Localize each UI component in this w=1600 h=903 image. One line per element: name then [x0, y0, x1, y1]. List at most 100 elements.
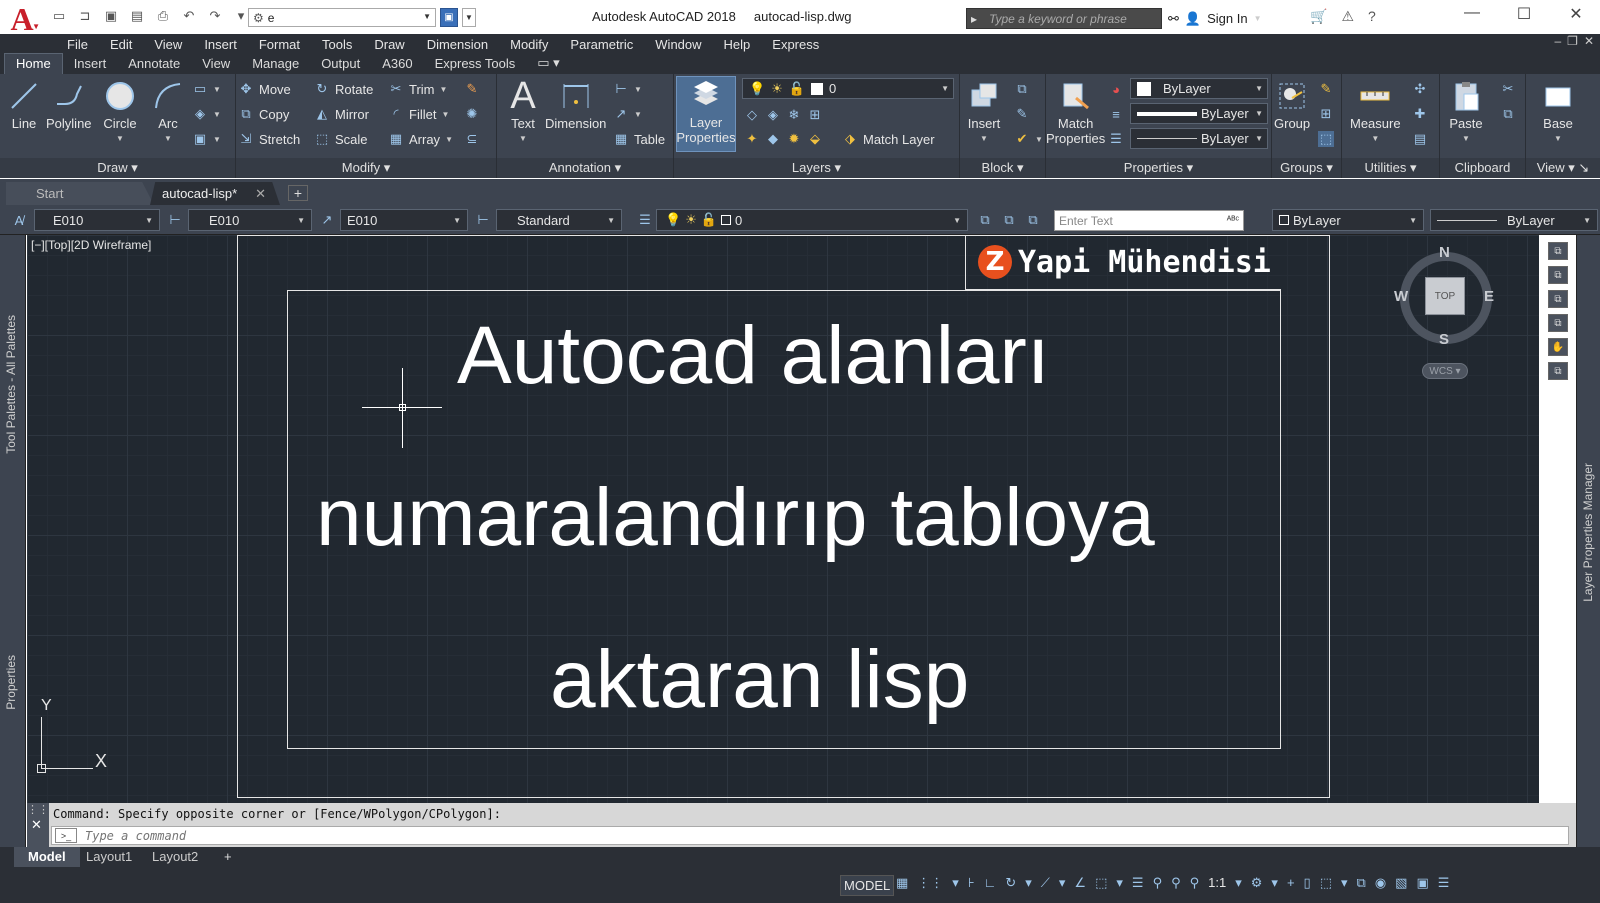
color-toolbar-combo[interactable]: ByLayer ▼	[1272, 209, 1424, 231]
menu-tools[interactable]: Tools	[311, 37, 363, 52]
close-icon[interactable]: ✕	[31, 817, 42, 833]
model-space-button[interactable]: MODEL	[840, 875, 895, 896]
edit-attributes-button[interactable]: ✔ ▼	[1014, 128, 1043, 150]
tab-home[interactable]: Home	[4, 53, 63, 74]
leader-button[interactable]: ↗ ▼	[613, 103, 642, 125]
rectangle-button[interactable]: ▭ ▼	[192, 78, 221, 100]
tab-annotate[interactable]: Annotate	[117, 54, 191, 74]
layer-toolbar-combo[interactable]: 💡 ☀ 🔓 0 ▼	[656, 209, 968, 231]
open-folder-icon[interactable]: ⊐	[76, 8, 94, 24]
layer-isolate-icon[interactable]: ◈	[765, 107, 781, 123]
wcs-menu-button[interactable]: WCS ▾	[1422, 363, 1468, 379]
annotation-autoscale-icon[interactable]: ⚲	[1171, 875, 1181, 891]
ribbon-minimize-icon[interactable]: ▭ ▾	[526, 53, 570, 74]
compass-east[interactable]: E	[1484, 288, 1494, 305]
circle-button[interactable]: Circle ▼	[102, 78, 138, 146]
layer-lock-icon[interactable]: ⊞	[807, 107, 823, 123]
find-text-input[interactable]: Enter Text ᴬᴮᶜ	[1054, 210, 1244, 231]
grid-icon[interactable]: ▦	[896, 875, 908, 891]
trim-button[interactable]: ✂ Trim ▼	[388, 78, 448, 100]
table-button[interactable]: ▦ Table	[613, 128, 665, 150]
hatch-button[interactable]: ◈ ▼	[192, 103, 221, 125]
ungroup-button[interactable]: ✎	[1318, 78, 1334, 100]
erase-button[interactable]: ✎	[464, 78, 480, 100]
zoom-extents-icon[interactable]: ⧉	[1548, 362, 1568, 380]
table-style-combo[interactable]: Standard ▼	[496, 209, 622, 231]
hardware-acceleration-icon[interactable]: ▧	[1395, 875, 1407, 891]
calculator-button[interactable]: ▤	[1412, 128, 1428, 150]
group-select-button[interactable]: ⬚	[1318, 128, 1334, 150]
match-properties-button[interactable]: Match Properties	[1046, 78, 1105, 146]
region-button[interactable]: ▣ ▼	[192, 128, 221, 150]
line-button[interactable]: Line	[6, 78, 42, 131]
layer-properties-button[interactable]: Layer Properties	[676, 76, 736, 152]
layer-previous-icon[interactable]: ⧉	[1000, 212, 1018, 228]
viewcube-top-face[interactable]: TOP	[1425, 277, 1465, 315]
viewport-controls[interactable]: [−][Top][2D Wireframe]	[31, 238, 151, 252]
compass-south[interactable]: S	[1439, 331, 1449, 348]
cart-icon[interactable]: 🛒	[1310, 8, 1327, 25]
color-combo[interactable]: ByLayer ▼	[1130, 78, 1268, 99]
base-button[interactable]: Base ▼	[1540, 78, 1576, 146]
text-button[interactable]: A Text ▼	[505, 77, 541, 146]
tab-express-tools[interactable]: Express Tools	[424, 54, 527, 74]
autodesk-exchange-icon[interactable]: ⚠	[1341, 8, 1354, 25]
cut-button[interactable]: ✂	[1500, 78, 1516, 100]
command-input-box[interactable]: >_	[51, 826, 1569, 845]
copy-button[interactable]: ⧉ Copy	[238, 103, 289, 125]
chevron-down-icon[interactable]: ▾	[1059, 875, 1066, 891]
chevron-down-icon[interactable]: ▾	[1235, 875, 1242, 891]
menu-insert[interactable]: Insert	[193, 37, 248, 52]
close-icon[interactable]: ✕	[1562, 4, 1590, 24]
new-file-icon[interactable]: ▭	[50, 8, 68, 24]
layer-freeze-icon[interactable]: ❄	[786, 107, 802, 123]
object-snap-icon[interactable]: ⬚	[1095, 875, 1107, 891]
tab-insert[interactable]: Insert	[63, 54, 118, 74]
binoculars-icon[interactable]: ⚯	[1168, 11, 1179, 27]
lineweight-status-icon[interactable]: ☰	[1132, 875, 1144, 891]
menu-edit[interactable]: Edit	[99, 37, 143, 52]
chevron-down-icon[interactable]: ▾	[1271, 875, 1278, 891]
layout-tab-layout1[interactable]: Layout1	[72, 847, 146, 867]
create-block-button[interactable]: ⧉	[1014, 78, 1030, 100]
quick-properties-icon[interactable]: ⬚	[1320, 875, 1332, 891]
share-drawing-icon[interactable]: ▣	[440, 8, 458, 27]
plus-icon[interactable]: +	[1287, 875, 1295, 891]
chevron-down-icon[interactable]: ▾	[952, 875, 959, 891]
menu-dimension[interactable]: Dimension	[416, 37, 499, 52]
draw-panel-label[interactable]: Draw ▾	[0, 158, 235, 178]
annotation-visibility-icon[interactable]: ⚲	[1153, 875, 1163, 891]
properties-panel-label[interactable]: Properties ▾	[1046, 158, 1271, 178]
file-tab-current[interactable]: autocad-lisp* ✕	[150, 182, 280, 205]
chevron-down-icon[interactable]: ▾	[1341, 875, 1348, 891]
menu-window[interactable]: Window	[644, 37, 712, 52]
tab-a360[interactable]: A360	[371, 54, 423, 74]
ortho-icon[interactable]: ∟	[984, 875, 997, 891]
layout-tab-model[interactable]: Model	[14, 847, 80, 867]
orbit-icon[interactable]: ⧉	[1548, 314, 1568, 332]
menu-modify[interactable]: Modify	[499, 37, 559, 52]
showmotion-icon[interactable]: ✋	[1548, 338, 1568, 356]
multileader-style-combo[interactable]: E010 ▼	[340, 209, 468, 231]
tab-manage[interactable]: Manage	[241, 54, 310, 74]
view-panel-label[interactable]: View ▾ ↘	[1526, 158, 1600, 178]
linetype-toolbar-combo[interactable]: ByLayer ▼	[1430, 209, 1598, 231]
drawing-canvas[interactable]: [−][Top][2D Wireframe] Z Yapi Mühendisi …	[27, 235, 1539, 803]
copy-clip-button[interactable]: ⧉	[1500, 103, 1516, 125]
array-button[interactable]: ▦ Array ▼	[388, 128, 453, 150]
utilities-panel-label[interactable]: Utilities ▾	[1342, 158, 1439, 178]
file-tab-start[interactable]: Start	[6, 182, 154, 205]
minimize-icon[interactable]: —	[1458, 4, 1486, 24]
tab-output[interactable]: Output	[310, 54, 371, 74]
group-button[interactable]: Group	[1274, 78, 1310, 131]
polar-tracking-icon[interactable]: ↻	[1005, 875, 1016, 891]
menu-parametric[interactable]: Parametric	[559, 37, 644, 52]
layers-panel-label[interactable]: Layers ▾	[674, 158, 959, 178]
infer-constraints-icon[interactable]: ⊦	[968, 875, 975, 891]
isolate-objects-icon[interactable]: ◉	[1375, 875, 1386, 891]
layout-tab-layout2[interactable]: Layout2	[138, 847, 212, 867]
workspace-gear-icon[interactable]: ⚙	[1251, 875, 1263, 891]
layer-manager-icon[interactable]: ☰	[636, 212, 654, 228]
insert-block-button[interactable]: Insert ▼	[966, 78, 1002, 146]
compass-north[interactable]: N	[1439, 244, 1450, 261]
